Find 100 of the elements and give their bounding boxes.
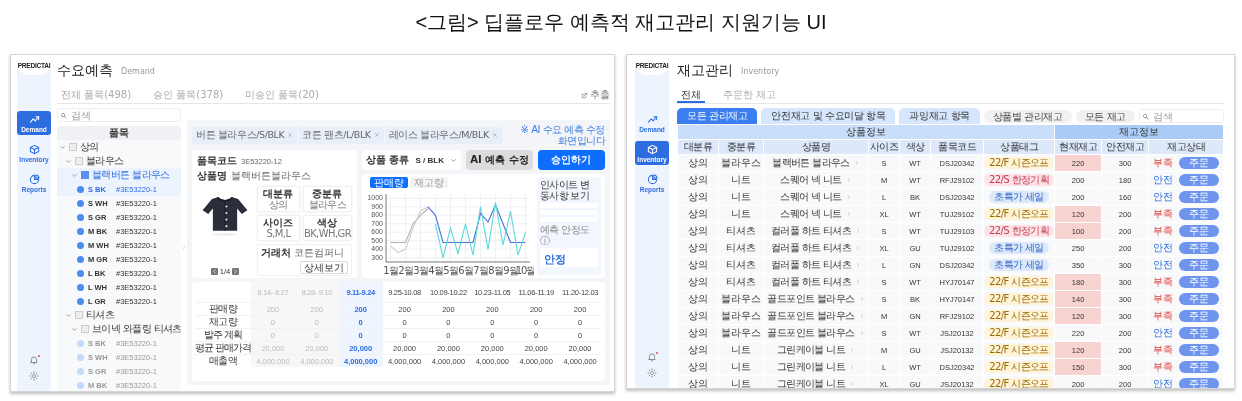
next-icon[interactable] bbox=[232, 268, 240, 275]
order-button[interactable]: 주문 bbox=[1179, 191, 1220, 203]
export-button[interactable]: 추출 bbox=[581, 88, 610, 102]
tab[interactable]: 안전재고 및 수요미달 항목 bbox=[761, 108, 896, 124]
tab[interactable]: 레이스 블라우스/M/BLK bbox=[384, 126, 502, 144]
tab[interactable]: 코튼 팬츠/L/BLK bbox=[298, 126, 384, 144]
tree-item[interactable]: 블라우스 bbox=[57, 154, 181, 168]
checkbox[interactable] bbox=[75, 311, 83, 319]
tree-item[interactable]: 브이넥 와플링 티셔츠 bbox=[57, 322, 181, 336]
search-field[interactable]: 검색 bbox=[1138, 109, 1224, 123]
filter-chip[interactable]: 상품별 관리재고 bbox=[983, 109, 1072, 123]
tab[interactable]: 과잉재고 항목 bbox=[899, 108, 980, 124]
table-cell: 티셔츠 bbox=[719, 274, 763, 290]
tag: 22/F 시즌오프 bbox=[984, 208, 1054, 220]
table-cell: 상의 bbox=[678, 291, 718, 307]
figure-caption: <그림> 딥플로우 예측적 재고관리 지원기능 UI bbox=[414, 10, 828, 35]
notification-icon[interactable] bbox=[647, 352, 657, 362]
chevron-icon bbox=[855, 228, 862, 234]
chevron-icon bbox=[855, 245, 862, 251]
product-link[interactable]: 골드포인트 블라우스 bbox=[764, 291, 868, 307]
product-link[interactable]: 컬러풀 하트 티셔츠 bbox=[764, 257, 868, 273]
table-cell: 상의 bbox=[678, 223, 718, 239]
order-button[interactable]: 주문 bbox=[1179, 174, 1220, 186]
field-label: 상품명 bbox=[197, 169, 227, 183]
product-link[interactable]: 스퀘어 넥 니트 bbox=[764, 189, 868, 205]
tag: 22/F 시즌오프 bbox=[984, 310, 1054, 322]
attribute-label: 대분류 bbox=[262, 188, 295, 199]
column-header: 안전재고 bbox=[1102, 140, 1149, 154]
product-link[interactable]: 스퀘어 넥 니트 bbox=[764, 206, 868, 222]
status-label: 부족 bbox=[1153, 225, 1174, 236]
status-label: 안전 bbox=[1153, 174, 1174, 185]
product-link[interactable]: 스퀘어 넥 니트 bbox=[764, 172, 868, 188]
tab[interactable]: 모든 관리재고 bbox=[677, 108, 758, 124]
table-cell: 상의 bbox=[678, 172, 718, 188]
checkbox[interactable] bbox=[75, 157, 83, 165]
dot-icon bbox=[77, 283, 84, 291]
status-label: 안전 bbox=[1153, 259, 1174, 270]
dot-icon bbox=[77, 381, 84, 389]
variant-select[interactable]: 상품 종류 S / BLK bbox=[362, 150, 461, 170]
table-cell: 니트 bbox=[719, 359, 763, 375]
search-field[interactable]: 검색 bbox=[57, 108, 181, 122]
status-label: 안전 bbox=[1153, 191, 1174, 202]
product-link[interactable]: 그린케이블 니트 bbox=[764, 376, 868, 388]
chevron-icon bbox=[849, 364, 856, 370]
product-link[interactable]: 컬러풀 하트 티셔츠 bbox=[764, 240, 868, 256]
settings-icon[interactable] bbox=[29, 371, 39, 381]
order-button[interactable]: 주문 bbox=[1179, 293, 1220, 305]
tab[interactable]: 판매량 bbox=[370, 177, 408, 188]
dot-icon bbox=[77, 213, 84, 221]
product-link[interactable]: 블랙버튼 블라우스 bbox=[764, 155, 868, 171]
table-cell: 상의 bbox=[678, 342, 718, 358]
checkbox[interactable] bbox=[81, 325, 89, 333]
tree-item[interactable]: 티셔츠 bbox=[57, 308, 181, 322]
dot-icon bbox=[77, 199, 84, 207]
dot-icon bbox=[77, 297, 84, 305]
product-link[interactable]: 골드포인트 블라우스 bbox=[764, 325, 868, 341]
product-link[interactable]: 그린케이블 니트 bbox=[764, 342, 868, 358]
tree-item[interactable]: 상의 bbox=[57, 140, 181, 154]
tab[interactable]: 버튼 블라우스/S/BLK bbox=[192, 126, 298, 144]
order-button[interactable]: 주문 bbox=[1179, 327, 1220, 339]
chevron-icon bbox=[858, 330, 865, 336]
product-link[interactable]: 컬러풀 하트 티셔츠 bbox=[764, 223, 868, 239]
order-button[interactable]: 주문 bbox=[1179, 225, 1220, 237]
table-cell: 상의 bbox=[678, 155, 718, 171]
notification-icon[interactable] bbox=[29, 355, 39, 365]
tag: 22/F 시즌오프 bbox=[984, 276, 1054, 288]
table-cell: 니트 bbox=[719, 342, 763, 358]
column-header: 재고상태 bbox=[1149, 140, 1224, 154]
edit-button[interactable]: AI 예측 수정 bbox=[465, 150, 533, 170]
settings-icon[interactable] bbox=[647, 368, 657, 378]
order-button[interactable]: 주문 bbox=[1179, 157, 1220, 169]
field-label: 품목코드 bbox=[197, 154, 237, 168]
table-cell: 상의 bbox=[678, 376, 718, 388]
search-icon bbox=[1141, 112, 1149, 120]
axis-label: 2월 bbox=[398, 265, 413, 276]
product-link[interactable]: 컬러풀 하트 티셔츠 bbox=[764, 274, 868, 290]
tree-item[interactable]: 블랙버튼 블라우스 bbox=[57, 168, 181, 182]
order-button[interactable]: 주문 bbox=[1179, 344, 1220, 356]
order-button[interactable]: 주문 bbox=[1179, 310, 1220, 322]
checkbox[interactable] bbox=[69, 143, 77, 151]
previous-icon[interactable] bbox=[210, 268, 218, 275]
order-button[interactable]: 주문 bbox=[1179, 208, 1220, 220]
filter-chip[interactable]: 모든 재고 bbox=[1075, 109, 1135, 123]
column-group-header: 재고정보 bbox=[1055, 125, 1224, 139]
product-link[interactable]: 골드포인트 블라우스 bbox=[764, 308, 868, 324]
table-cell: 티셔츠 bbox=[719, 240, 763, 256]
status-label: 안전 bbox=[1153, 327, 1174, 338]
approve-button[interactable]: 승인하기 bbox=[537, 150, 605, 170]
order-button[interactable]: 주문 bbox=[1179, 361, 1220, 373]
product-link[interactable]: 그린케이블 니트 bbox=[764, 359, 868, 375]
order-button[interactable]: 주문 bbox=[1179, 242, 1220, 254]
table-cell: 블라우스 bbox=[719, 325, 763, 341]
order-button[interactable]: 주문 bbox=[1179, 276, 1220, 288]
trend-icon bbox=[646, 113, 658, 125]
detail-button[interactable]: 상세보기 bbox=[300, 261, 348, 274]
tab[interactable]: 전체 bbox=[677, 87, 705, 103]
order-button[interactable]: 주문 bbox=[1179, 378, 1220, 388]
order-button[interactable]: 주문 bbox=[1179, 259, 1220, 271]
chevron-icon bbox=[855, 262, 862, 268]
status-label: 부족 bbox=[1153, 208, 1174, 219]
